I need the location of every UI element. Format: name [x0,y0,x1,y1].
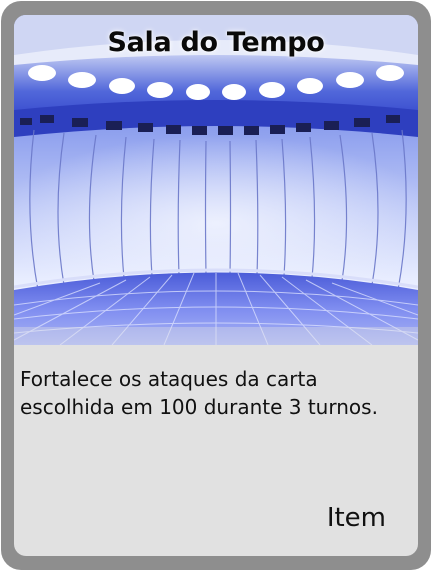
card-art [14,15,418,345]
card-description: Fortalece os ataques da carta escolhida … [20,367,378,419]
item-card[interactable]: Sala do Tempo Fortalece os ataques da ca… [1,1,431,570]
card-face: Sala do Tempo Fortalece os ataques da ca… [14,15,418,556]
room-of-time-illustration [14,15,418,345]
card-type-label: Item [326,503,386,533]
card-title: Sala do Tempo [107,27,325,58]
